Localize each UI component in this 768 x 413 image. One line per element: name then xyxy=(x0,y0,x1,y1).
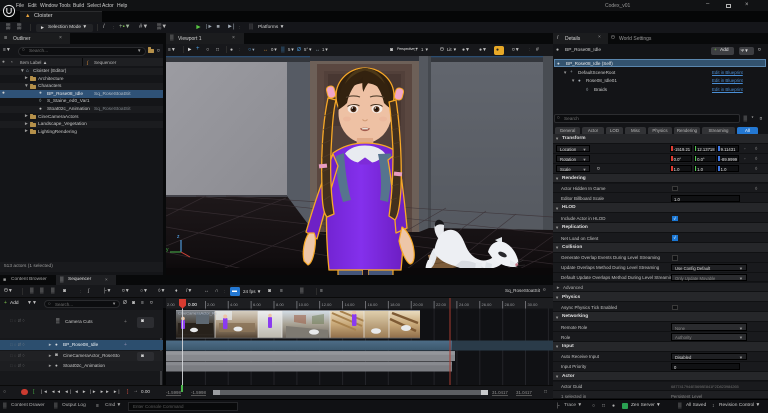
svg-text:30.00: 30.00 xyxy=(528,302,539,307)
svg-text:4.00: 4.00 xyxy=(230,302,239,307)
svg-text:0.00: 0.00 xyxy=(188,302,197,307)
svg-text:6.00: 6.00 xyxy=(253,302,262,307)
svg-text:24.00: 24.00 xyxy=(459,302,470,307)
svg-text:12.00: 12.00 xyxy=(322,302,333,307)
svg-text:20.00: 20.00 xyxy=(413,302,424,307)
svg-text:16.00: 16.00 xyxy=(368,302,379,307)
svg-text:18.00: 18.00 xyxy=(390,302,401,307)
svg-text:10.00: 10.00 xyxy=(299,302,310,307)
svg-text:2.00: 2.00 xyxy=(167,302,176,307)
svg-text:26.00: 26.00 xyxy=(482,302,493,307)
svg-text:14.00: 14.00 xyxy=(345,302,356,307)
svg-text:8.00: 8.00 xyxy=(276,302,285,307)
svg-text:22.00: 22.00 xyxy=(436,302,447,307)
svg-text:2.00: 2.00 xyxy=(207,302,216,307)
svg-text:28.00: 28.00 xyxy=(505,302,516,307)
svg-text:CineCameraActor_Ro: CineCameraActor_Ro xyxy=(178,310,218,315)
